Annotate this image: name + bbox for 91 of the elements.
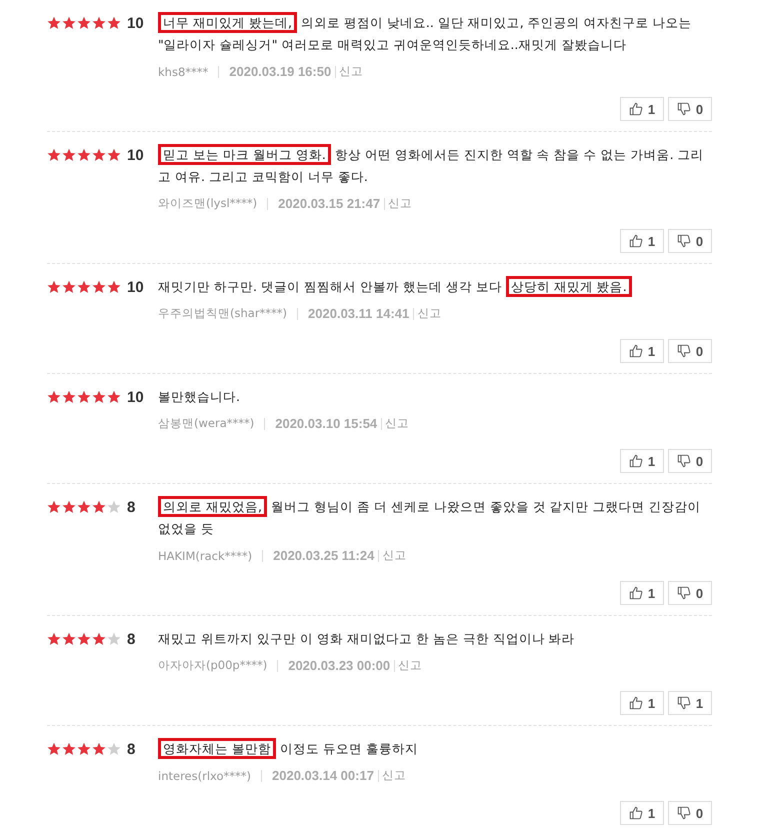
rating-score: 10 [127, 146, 144, 164]
dislike-button[interactable]: 0 [668, 449, 712, 473]
star-icon [107, 390, 121, 404]
star-icon [62, 390, 76, 404]
thumbs-down-icon [676, 344, 691, 358]
thumbs-down-icon [676, 586, 691, 600]
star-icon [62, 148, 76, 162]
rating-score: 8 [127, 740, 136, 758]
star-icon [62, 500, 76, 514]
dislike-button[interactable]: 0 [668, 801, 712, 825]
reviewer-name: 우주의법칙맨(shar****) [158, 306, 288, 321]
star-icon [92, 742, 106, 756]
star-icon [107, 632, 121, 646]
star-icon [107, 148, 121, 162]
review-text: 재밌고 위트까지 있구만 이 영화 재미없다고 한 놈은 극한 직업이나 봐라 [158, 630, 576, 648]
star-icon [92, 16, 106, 30]
thumbs-up-icon [628, 806, 643, 820]
star-icon [107, 500, 121, 514]
thumbs-down-icon [676, 102, 691, 116]
review-date: 2020.03.14 00:17 [272, 768, 374, 783]
rating-score: 8 [127, 498, 136, 516]
reviewer-name: interes(rlxo****) [158, 768, 251, 782]
review-date: 2020.03.11 14:41 [308, 306, 410, 321]
review-date: 2020.03.15 21:47 [278, 196, 380, 211]
like-button[interactable]: 1 [620, 97, 664, 121]
review-text: 의외로 재밌었음, 월버그 형님이 좀 더 센케로 나왔으면 좋았을 것 같지만 그랬다면 긴장감이 없었을 듯 [158, 496, 712, 540]
star-icon [77, 148, 91, 162]
star-icon [92, 632, 106, 646]
like-button[interactable]: 1 [620, 691, 664, 715]
reviewer-name: 삼봉맨(wera****) [158, 416, 254, 431]
star-icon [92, 280, 106, 294]
rating-score: 10 [127, 278, 144, 296]
dislike-button[interactable]: 0 [668, 581, 712, 605]
thumbs-down-icon [676, 806, 691, 820]
rating-score: 8 [127, 630, 136, 648]
thumbs-up-icon [628, 102, 643, 116]
thumbs-up-icon [628, 344, 643, 358]
like-button[interactable]: 1 [620, 449, 664, 473]
rating-score: 10 [127, 388, 144, 406]
star-icon [92, 390, 106, 404]
thumbs-up-icon [628, 234, 643, 248]
review-date: 2020.03.10 15:54 [275, 416, 378, 431]
rating-score: 10 [127, 14, 144, 32]
star-icon [47, 500, 61, 514]
star-icon [77, 390, 91, 404]
star-icon [62, 280, 76, 294]
review-text: 믿고 보는 마크 월버그 영화. 항상 어떤 영화에서든 진지한 역할 속 참을 수 없는 가벼움. 그리고 여유. 그리고 코믹함이 너무 좋다. [158, 144, 712, 188]
star-icon [47, 148, 61, 162]
like-button[interactable]: 1 [620, 581, 664, 605]
review-text: 볼만했습니다. [158, 388, 241, 406]
dislike-button[interactable]: 0 [668, 97, 712, 121]
dislike-button[interactable]: 0 [668, 339, 712, 363]
star-icon [62, 742, 76, 756]
star-icon [47, 632, 61, 646]
reviewer-name: khs8**** [158, 64, 208, 78]
star-icon [62, 632, 76, 646]
review-date: 2020.03.23 00:00 [288, 658, 390, 673]
star-icon [92, 148, 106, 162]
thumbs-down-icon [676, 696, 691, 710]
review-date: 2020.03.25 11:24 [273, 548, 374, 563]
star-icon [47, 390, 61, 404]
star-icon [107, 280, 121, 294]
star-icon [77, 632, 91, 646]
thumbs-up-icon [628, 454, 643, 468]
reviewer-name: 와이즈맨(lysl****) [158, 196, 258, 211]
thumbs-down-icon [676, 234, 691, 248]
like-button[interactable]: 1 [620, 339, 664, 363]
star-icon [77, 500, 91, 514]
review-text: 영화자체는 볼만함 이정도 듀오면 훌륭하지 [158, 738, 712, 760]
thumbs-up-icon [628, 586, 643, 600]
star-icon [77, 16, 91, 30]
star-icon [77, 742, 91, 756]
star-icon [47, 742, 61, 756]
like-button[interactable]: 1 [620, 229, 664, 253]
dislike-button[interactable]: 0 [668, 229, 712, 253]
star-icon [77, 280, 91, 294]
review-date: 2020.03.19 16:50 [229, 64, 332, 79]
like-button[interactable]: 1 [620, 801, 664, 825]
star-icon [92, 500, 106, 514]
star-icon [47, 280, 61, 294]
thumbs-down-icon [676, 454, 691, 468]
reviewer-name: HAKIM(rack****) [158, 548, 252, 562]
dislike-button[interactable]: 1 [668, 691, 712, 715]
star-icon [107, 16, 121, 30]
star-icon [47, 16, 61, 30]
star-icon [107, 742, 121, 756]
thumbs-up-icon [628, 696, 643, 710]
review-text: 너무 재미있게 봤는데, 의외로 평점이 낮네요.. 일단 재미있고, 주인공의 여자친구로 나오는 "일라이자 슐레싱거" 여러모로 매력있고 귀여운역인듯하네요..재밋게 잘봤습니다 [158, 12, 712, 56]
review-text: 재밋기만 하구만. 댓글이 찜찜해서 안볼까 했는데 생각 보다 상당히 재밌게 봤음. [158, 276, 712, 298]
reviewer-name: 아자아자(p00p****) [158, 658, 268, 673]
star-icon [62, 16, 76, 30]
